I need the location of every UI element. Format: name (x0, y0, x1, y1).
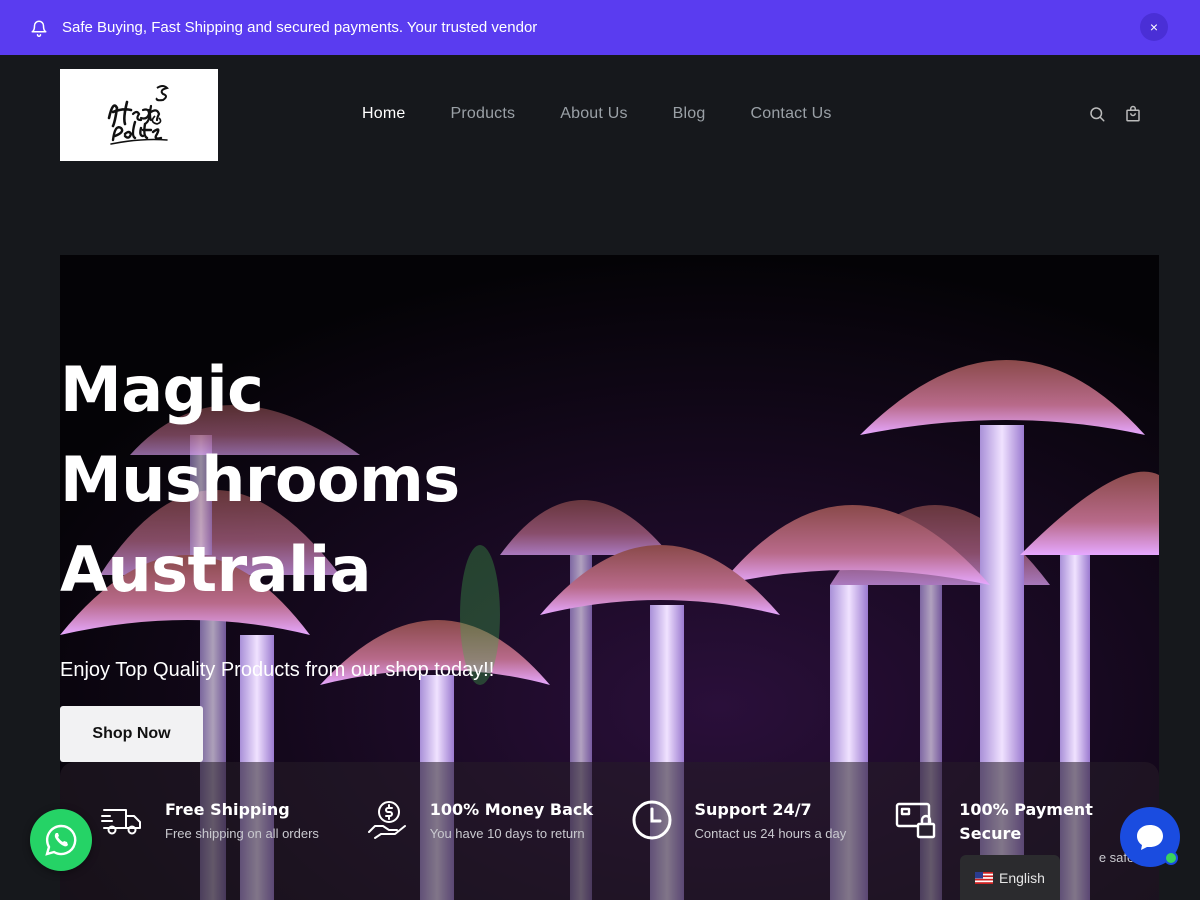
whatsapp-button[interactable] (30, 809, 92, 871)
truck-icon (101, 809, 141, 835)
nav-about-us[interactable]: About Us (560, 105, 627, 123)
nav-contact-us[interactable]: Contact Us (750, 105, 831, 123)
hero-banner: Magic Mushrooms Australia Enjoy Top Qual… (60, 255, 1159, 900)
us-flag-icon (975, 871, 993, 884)
feature-money-back: 100% Money Back You have 10 days to retu… (365, 798, 630, 900)
feature-title: Support 24/7 (694, 800, 812, 819)
hero-subtitle: Enjoy Top Quality Products from our shop… (60, 659, 495, 681)
feature-title: 100% Payment Secure (959, 800, 1093, 843)
language-switcher[interactable]: English (960, 855, 1060, 900)
search-icon[interactable] (1088, 105, 1106, 123)
language-label: English (999, 869, 1045, 886)
feature-free-shipping: Free Shipping Free shipping on all order… (100, 798, 365, 900)
cart-bag-icon[interactable] (1124, 105, 1142, 123)
close-announcement-button[interactable]: × (1140, 13, 1168, 41)
feature-desc: Contact us 24 hours a day (694, 826, 847, 841)
feature-support: Support 24/7 Contact us 24 hours a day (630, 798, 895, 900)
shop-now-button[interactable]: Shop Now (60, 706, 203, 762)
clock-icon (632, 800, 671, 840)
online-indicator (1164, 851, 1178, 865)
header-actions (1088, 105, 1142, 123)
high-polite-logo (107, 85, 169, 145)
live-chat-button[interactable] (1120, 807, 1180, 867)
bell-icon (31, 20, 47, 37)
chat-bubble-icon (1137, 825, 1163, 850)
feature-desc: Free shipping on all orders (165, 826, 319, 841)
hero-title-line-2: Mushrooms (60, 443, 460, 516)
secure-payment-icon (896, 802, 936, 839)
site-logo[interactable] (60, 69, 218, 161)
feature-title: 100% Money Back (429, 800, 594, 819)
money-hand-icon (367, 801, 406, 839)
hero-title-line-1: Magic (60, 353, 264, 426)
whatsapp-icon (45, 824, 77, 856)
nav-products[interactable]: Products (450, 105, 515, 123)
hero-title: Magic Mushrooms Australia (60, 345, 580, 615)
announcement-bar: Safe Buying, Fast Shipping and secured p… (0, 0, 1200, 55)
hero-title-line-3: Australia (60, 533, 371, 606)
nav-blog[interactable]: Blog (673, 105, 706, 123)
announcement-text: Safe Buying, Fast Shipping and secured p… (62, 19, 538, 36)
feature-title: Free Shipping (165, 800, 290, 819)
main-nav: Home Products About Us Blog Contact Us (362, 105, 832, 123)
site-header: Home Products About Us Blog Contact Us (0, 55, 1200, 175)
nav-home[interactable]: Home (362, 105, 405, 123)
feature-desc: You have 10 days to return (429, 826, 585, 841)
